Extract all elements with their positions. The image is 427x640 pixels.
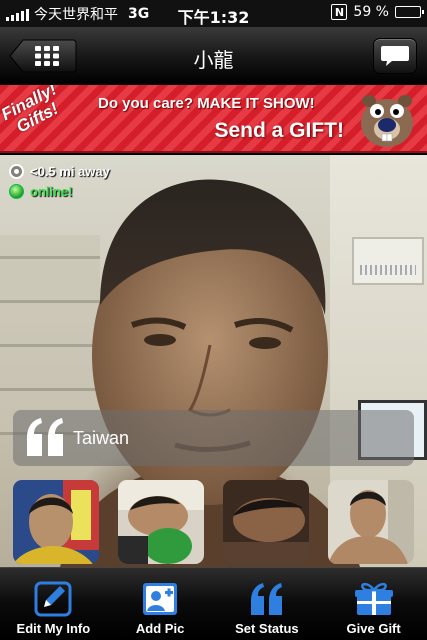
beaver-mascot-icon — [361, 95, 413, 147]
online-dot-icon — [9, 184, 24, 199]
thumbnail-image — [223, 480, 309, 564]
online-status: online! — [30, 184, 73, 199]
carrier-name: 今天世界和平 — [34, 6, 118, 23]
tab-edit-my-info[interactable]: Edit My Info — [0, 568, 107, 640]
quote-icon — [250, 583, 282, 615]
page-title: 小龍 — [193, 48, 234, 72]
battery-percent: 59 % — [353, 4, 389, 20]
message-button[interactable] — [373, 38, 417, 74]
notification-badge-icon: N — [331, 4, 348, 20]
status-left: 今天世界和平 3G — [6, 4, 149, 24]
network-type: 3G — [128, 5, 150, 22]
nav-bar: 小龍 — [0, 27, 427, 85]
distance-row: <0.5 mi away — [9, 164, 110, 179]
pencil-icon — [34, 581, 72, 617]
tab-add-pic[interactable]: Add Pic — [107, 568, 214, 640]
photo-thumbnail[interactable] — [118, 480, 204, 564]
gift-banner[interactable]: Finally! Gifts! Do you care? MAKE IT SHO… — [0, 85, 427, 153]
status-bar: 今天世界和平 3G 下午1:32 N 59 % — [0, 0, 427, 27]
banner-cta: Send a GIFT! — [214, 119, 344, 142]
profile-info: <0.5 mi away online! — [9, 164, 110, 199]
tab-label: Add Pic — [135, 621, 185, 636]
photo-thumbnail[interactable] — [13, 480, 99, 564]
photo-thumbnail[interactable] — [223, 480, 309, 564]
background-air-conditioner — [352, 237, 424, 285]
tab-set-status[interactable]: Set Status — [214, 568, 321, 640]
profile-photo[interactable]: <0.5 mi away online! Taiwan — [0, 155, 427, 567]
quote-mark-icon — [27, 418, 63, 456]
online-row: online! — [9, 184, 110, 199]
tab-label: Set Status — [235, 621, 299, 636]
photo-thumbnail[interactable] — [328, 480, 414, 564]
status-quote-box: Taiwan — [13, 410, 414, 466]
gift-icon — [354, 582, 393, 615]
thumbnail-image — [328, 480, 414, 564]
photo-thumbnails — [13, 480, 414, 564]
banner-tagline: Do you care? MAKE IT SHOW! — [98, 95, 315, 112]
location-target-icon — [9, 164, 24, 179]
thumbnail-image — [13, 480, 99, 564]
tab-label: Give Gift — [346, 621, 401, 636]
battery-icon — [395, 6, 424, 18]
tab-bar: Edit My Info Add Pic Set Status Give Gif… — [0, 567, 427, 640]
banner-badge: Finally! Gifts! — [0, 85, 90, 151]
status-quote-text: Taiwan — [73, 428, 130, 448]
thumbnail-image — [118, 480, 204, 564]
status-right: N 59 % — [331, 4, 424, 20]
tab-give-gift[interactable]: Give Gift — [320, 568, 427, 640]
distance-text: <0.5 mi away — [30, 164, 110, 179]
tab-label: Edit My Info — [16, 621, 91, 636]
chat-bubble-icon — [381, 46, 409, 66]
signal-icon — [6, 7, 29, 21]
add-photo-icon — [143, 583, 178, 615]
